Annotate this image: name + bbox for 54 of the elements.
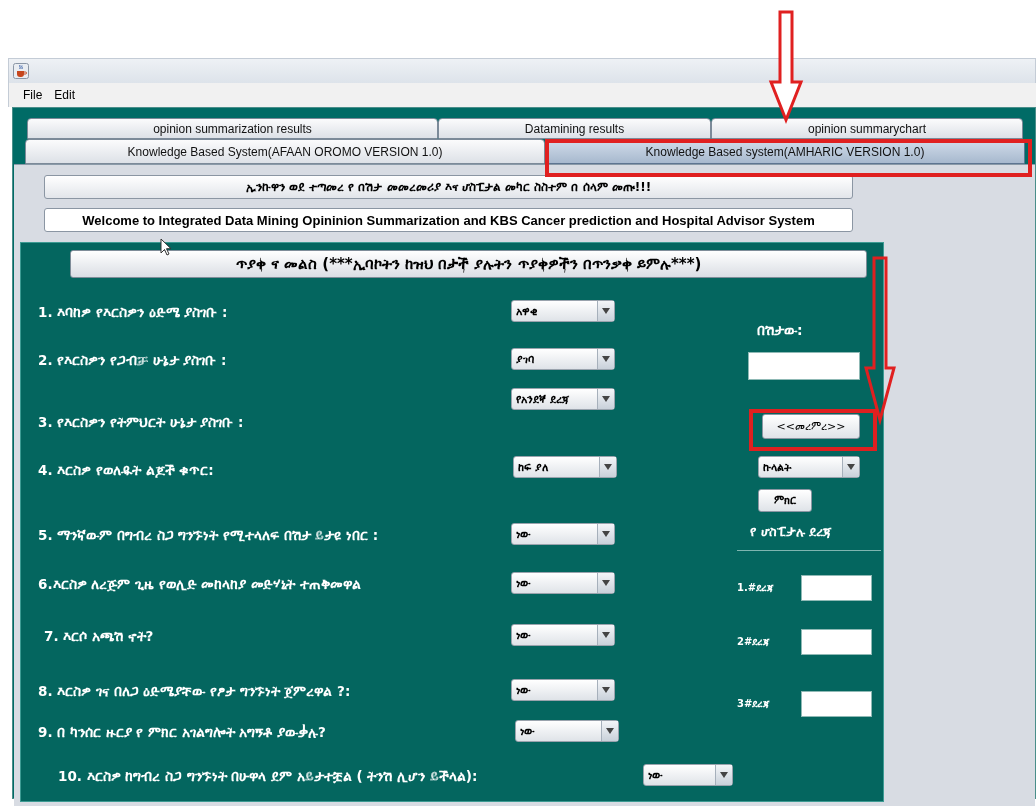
dropdown-arrow-icon (720, 772, 728, 778)
tab[interactable]: opinion summarization results (27, 118, 438, 139)
answer-dropdown[interactable]: ነው (511, 572, 615, 594)
banner-button[interactable]: ኢንኩዋን ወደ ተጣመረ የ በሽታ መመረመሪያ እና ሆስፒታል መካር ስስተም በ ሰላም መጡ!!! (44, 175, 853, 199)
disease-field[interactable] (748, 352, 860, 380)
answer-dropdown[interactable]: ያገባ (511, 348, 615, 370)
question-label: 4. እርስዎ የወለዱት ልጆች ቁጥር: (38, 461, 214, 479)
answer-dropdown[interactable]: አዋቂ (511, 300, 615, 322)
dropdown-arrow-icon (606, 728, 614, 734)
mouse-pointer-icon (160, 238, 172, 256)
answer-dropdown[interactable]: ከፍ ያለ (513, 456, 617, 478)
question-label: 2. የእርስዎን የጋብቻ ሁኔታ ያስገቡ : (38, 351, 227, 369)
answer-dropdown[interactable]: ነው (643, 764, 733, 786)
answer-dropdown[interactable]: የአንደኛ ደረጃ (511, 388, 615, 410)
dropdown-arrow-icon (847, 464, 855, 470)
welcome-button[interactable]: Welcome to Integrated Data Mining Opininion Summarization and KBS Cancer prediction and Hospital Advisor System (44, 208, 853, 232)
question-label: 7. እርሶ አጫሽ ኖት? (44, 627, 154, 645)
disease-label: በሽታው: (757, 322, 803, 339)
question-label: 1. እባከዎ የእርስዎን ዕድሜ ያስገቡ : (38, 303, 228, 321)
advice-button[interactable]: ምክር (758, 489, 812, 512)
tab[interactable]: Datamining results (438, 118, 711, 139)
diagnose-button[interactable]: <<መረምረ>> (762, 414, 860, 439)
advice-dropdown[interactable]: ኩላልት (758, 456, 860, 478)
dropdown-arrow-icon (604, 464, 612, 470)
rank-label: 3#ደረጃ (737, 698, 772, 710)
rank-field[interactable] (801, 691, 872, 717)
coffee-cup-icon (13, 63, 29, 79)
question-label: 8. እርስዎ ገና በለጋ ዕድሜያቸው የፆታ ግንኙነት ጀምረዋል ?: (38, 682, 351, 700)
answer-dropdown[interactable]: ነው (511, 679, 615, 701)
answer-dropdown[interactable]: ነው (511, 523, 615, 545)
dropdown-arrow-icon (602, 308, 610, 314)
answer-dropdown[interactable]: ነው (511, 624, 615, 646)
rank-field[interactable] (801, 629, 872, 655)
question-label: 6.እርስዎ ለረጅም ጊዜ የወሊድ መከላከያ መድሃኒት ተጠቅመዋል (38, 575, 361, 593)
question-label: 5. ማንኛውም በግብረ ስጋ ግንኙነት የሚተላለፍ በሽታ ይታዩ ነበር : (38, 526, 379, 544)
menu-item[interactable]: File (23, 88, 43, 102)
question-label: 10. እርስዎ ከግብረ ስጋ ግንኙነት በሁዋላ ደም አይታተቿል ( ትንሽ ሊሆን ይችላል): (58, 767, 478, 785)
tab[interactable]: Knowledge Based System(AFAAN OROMO VERSION 1.0) (25, 139, 545, 164)
menu-item[interactable]: Edit (54, 88, 76, 102)
rank-label: 1.#ደረጃ (737, 582, 776, 594)
question-label: 3. የእርስዎን የትምህርት ሁኔታ ያስገቡ : (38, 413, 244, 431)
tab[interactable]: opinion summarychart (711, 118, 1023, 139)
rank-field[interactable] (801, 575, 872, 601)
dropdown-arrow-icon (602, 580, 610, 586)
hospital-rank-title: የ ሆስፒታሉ ደረጃ (750, 524, 833, 540)
dropdown-arrow-icon (602, 687, 610, 693)
answer-dropdown[interactable]: ነው (515, 720, 619, 742)
dropdown-arrow-icon (602, 396, 610, 402)
question-label: 9. በ ካንሰር ዙርያ የ ምክር አገልግሎት አግኝቶ ያውቃሉ? (38, 723, 326, 741)
questionnaire-title: ጥያቀ ና መልስ (***ኢባኮትን ከዝህ በታች ያሉትን ጥያቀዎችን በጥንቃቀ ይምሉ***) (70, 250, 867, 278)
dropdown-arrow-icon (602, 356, 610, 362)
dropdown-arrow-icon (602, 531, 610, 537)
rank-label: 2#ደረጃ (737, 636, 772, 648)
dropdown-arrow-icon (602, 632, 610, 638)
